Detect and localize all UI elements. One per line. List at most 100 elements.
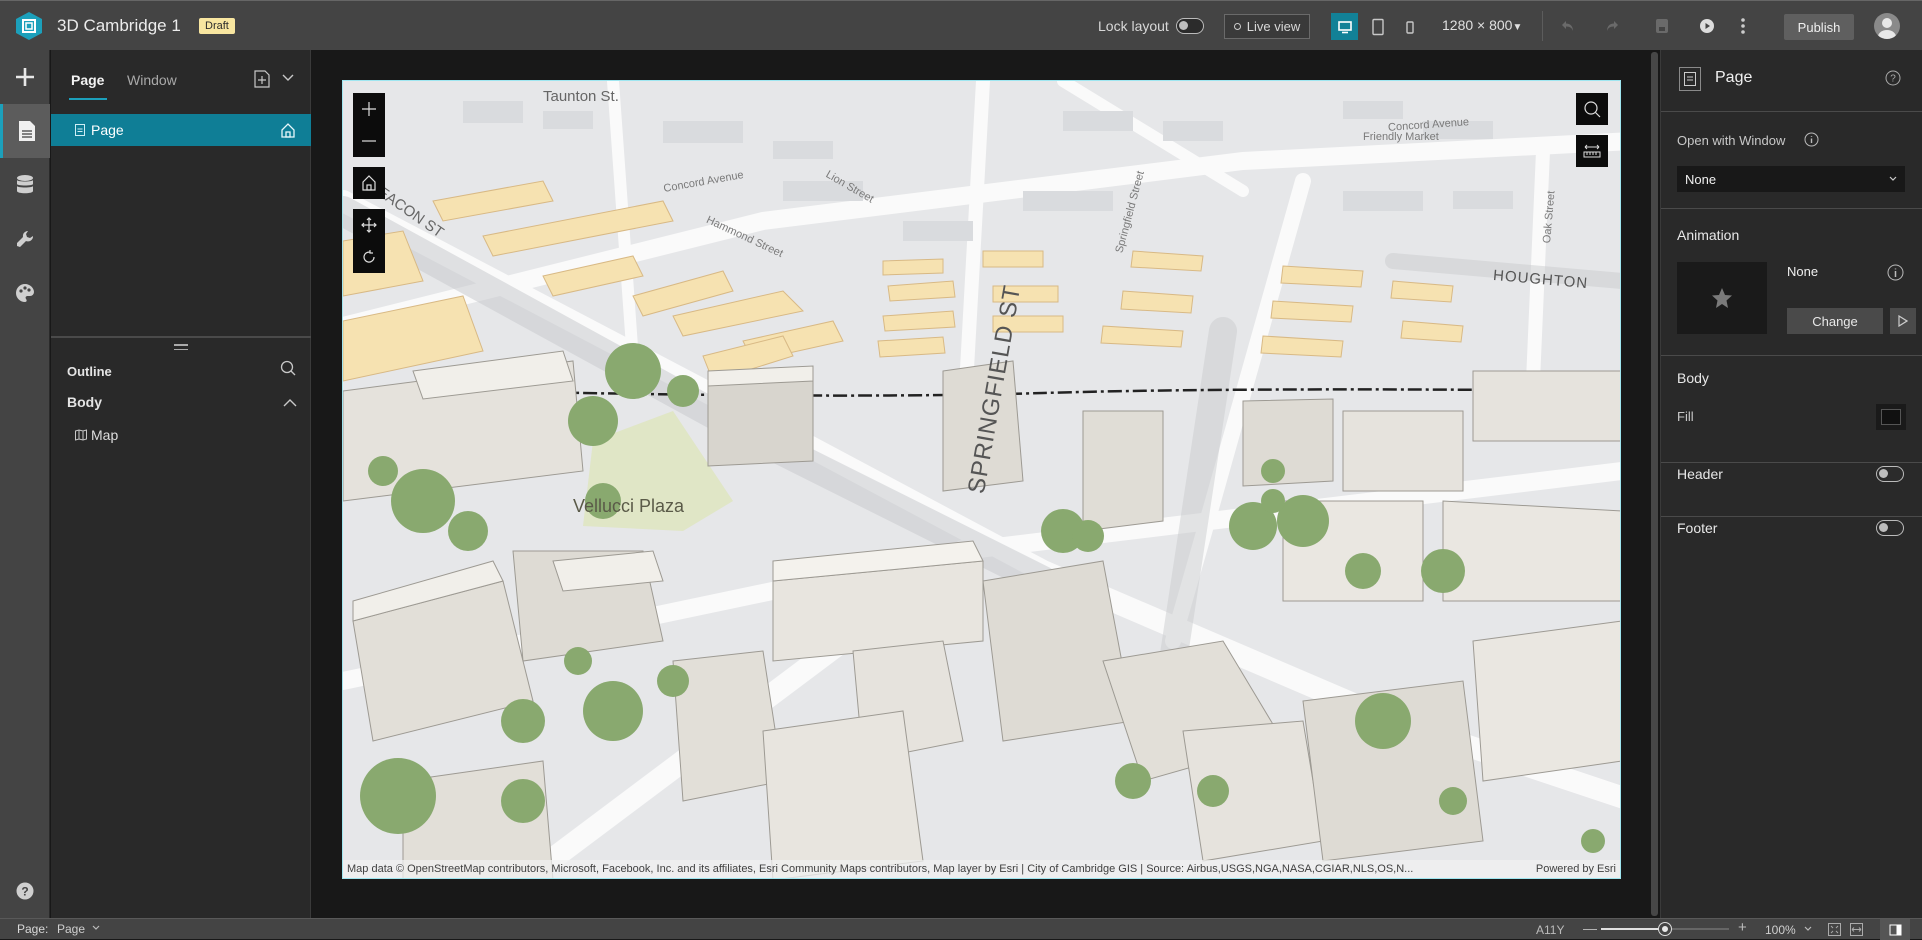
- rail-widgets-button[interactable]: [0, 212, 50, 266]
- panel-icon: [1889, 924, 1901, 935]
- live-view-button[interactable]: Live view: [1224, 14, 1310, 39]
- page-icon: [1679, 67, 1701, 91]
- page-item-icon: [75, 124, 85, 136]
- save-icon: [1656, 19, 1668, 33]
- live-view-dot-icon: [1233, 23, 1241, 30]
- add-page-button[interactable]: [254, 70, 270, 88]
- zoom-in-button[interactable]: [353, 93, 385, 125]
- fill-color-picker[interactable]: [1876, 404, 1906, 430]
- tab-page[interactable]: Page: [71, 72, 104, 88]
- chevron-down-icon[interactable]: [1804, 926, 1812, 931]
- zoom-level-select[interactable]: 100%: [1765, 923, 1796, 937]
- star-icon: [1712, 288, 1732, 308]
- outline-item-map[interactable]: Map: [75, 427, 118, 443]
- preview-button[interactable]: [1696, 15, 1718, 37]
- toolbar-divider: [1542, 11, 1543, 41]
- zoom-in-button[interactable]: +: [1738, 919, 1747, 936]
- move-icon: [361, 217, 377, 233]
- rail-data-button[interactable]: [0, 158, 50, 212]
- fit-to-window-icon[interactable]: [1828, 923, 1841, 936]
- toggle-properties-panel-button[interactable]: [1880, 919, 1910, 940]
- accessibility-button[interactable]: A11Y: [1536, 923, 1564, 937]
- open-with-window-select[interactable]: None: [1677, 166, 1905, 192]
- place-label: Vellucci Plaza: [573, 496, 685, 516]
- panel-title: Page: [1715, 69, 1753, 86]
- map-icon: [75, 429, 87, 441]
- rail-help-button[interactable]: ?: [0, 864, 50, 918]
- app-title[interactable]: 3D Cambridge 1: [57, 16, 181, 36]
- save-button[interactable]: [1651, 15, 1673, 37]
- chevron-down-icon[interactable]: [92, 925, 100, 930]
- publish-button[interactable]: Publish: [1784, 14, 1854, 40]
- header-toggle[interactable]: [1876, 466, 1904, 482]
- change-animation-button[interactable]: Change: [1787, 308, 1883, 334]
- rotate-button[interactable]: [353, 241, 385, 273]
- resolution-dropdown[interactable]: 1280 × 800▼: [1442, 17, 1522, 33]
- help-button[interactable]: ?: [1885, 70, 1901, 86]
- tablet-device-button[interactable]: [1364, 13, 1391, 40]
- measure-icon: [1583, 144, 1601, 158]
- phone-device-button[interactable]: [1396, 13, 1423, 40]
- zoom-slider[interactable]: [1601, 923, 1729, 935]
- zoom-slider-handle[interactable]: [1659, 923, 1671, 935]
- page-list-item[interactable]: Page: [51, 114, 311, 146]
- map-search-button[interactable]: [1576, 93, 1608, 125]
- outline-search-button[interactable]: [280, 360, 296, 376]
- user-icon: [1878, 18, 1896, 39]
- footer-toggle[interactable]: [1876, 520, 1904, 536]
- undo-button[interactable]: [1557, 15, 1579, 37]
- pages-panel: Page Window Page Outline Body Map: [51, 50, 311, 918]
- page-settings-header: Page ?: [1661, 50, 1922, 112]
- redo-button[interactable]: [1601, 15, 1623, 37]
- footer-label: Footer: [1677, 520, 1718, 536]
- street-label: Taunton St.: [543, 88, 619, 105]
- animation-info-button[interactable]: [1887, 264, 1904, 281]
- user-avatar[interactable]: [1874, 13, 1900, 39]
- info-icon: [1887, 264, 1904, 281]
- properties-panel: Page ? Open with Window None Animation N…: [1660, 50, 1922, 918]
- desktop-icon: [1337, 20, 1352, 33]
- canvas-scrollbar[interactable]: [1651, 52, 1658, 916]
- home-view-button[interactable]: [353, 167, 385, 199]
- resolution-value: 1280 × 800: [1442, 17, 1513, 33]
- map-widget[interactable]: Taunton St. Concord Avenue Concord Avenu…: [342, 80, 1621, 879]
- play-animation-button[interactable]: [1890, 308, 1916, 334]
- pan-button[interactable]: [353, 209, 385, 241]
- measure-button[interactable]: [1576, 135, 1608, 167]
- palette-icon: [16, 284, 34, 302]
- rail-pages-button[interactable]: [0, 104, 50, 158]
- desktop-device-button[interactable]: [1331, 13, 1358, 40]
- zoom-out-button[interactable]: [353, 125, 385, 157]
- zoom-slider-fill: [1601, 928, 1665, 930]
- info-icon[interactable]: [1804, 132, 1819, 147]
- phone-icon: [1405, 20, 1414, 34]
- current-page-select[interactable]: Page: [57, 922, 85, 936]
- plus-icon: [16, 68, 34, 86]
- resize-grip-handle[interactable]: [174, 344, 188, 353]
- powered-by-esri-link[interactable]: Powered by Esri: [1536, 863, 1616, 875]
- play-circle-icon: [1700, 19, 1714, 33]
- fill-label: Fill: [1677, 409, 1694, 424]
- add-page-icon: [254, 70, 270, 88]
- body-label: Body: [1677, 370, 1709, 386]
- animation-label: Animation: [1677, 227, 1740, 243]
- page-menu-button[interactable]: [282, 72, 294, 82]
- zoom-out-button[interactable]: —: [1583, 920, 1597, 936]
- street-label: Friendly Market: [1363, 131, 1439, 143]
- caret-down-icon: ▼: [1512, 22, 1523, 33]
- tab-window[interactable]: Window: [127, 72, 177, 88]
- fit-width-icon[interactable]: [1850, 923, 1863, 936]
- live-view-label: Live view: [1246, 19, 1301, 34]
- rail-add-button[interactable]: [0, 50, 50, 104]
- undo-icon: [1562, 21, 1573, 31]
- lock-layout-toggle[interactable]: [1176, 18, 1204, 34]
- collapse-body-button[interactable]: [283, 398, 297, 407]
- more-options-button[interactable]: [1732, 15, 1754, 37]
- home-icon: [362, 175, 376, 191]
- outline-title: Outline: [67, 364, 112, 379]
- active-tab-indicator: [69, 98, 107, 100]
- rail-theme-button[interactable]: [0, 266, 50, 320]
- outline-body-section[interactable]: Body: [67, 394, 102, 410]
- search-icon: [280, 360, 296, 376]
- experience-builder-logo-icon[interactable]: [14, 11, 44, 41]
